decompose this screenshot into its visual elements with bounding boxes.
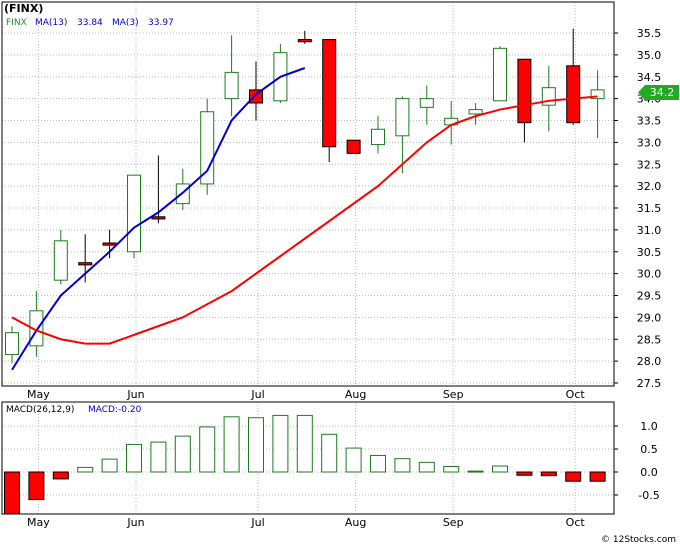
macd-bar (77, 466, 94, 473)
main-x-label: Jun (126, 388, 144, 401)
main-y-tick-label: 35.0 (637, 49, 662, 62)
main-x-label: Jul (250, 388, 264, 401)
macd-bar (126, 443, 142, 473)
macd-y-tick-label: -0.5 (638, 489, 659, 502)
macd-bar (248, 417, 264, 473)
candle-body (371, 128, 385, 146)
legend-ma3-label: MA(3) (112, 18, 139, 28)
candle-body (297, 39, 312, 43)
main-y-tick-label: 29.0 (637, 311, 662, 324)
candle-body (566, 65, 581, 124)
macd-bar (565, 471, 582, 482)
macd-bar (101, 458, 118, 473)
candle-body (78, 262, 93, 266)
candle-body (395, 98, 410, 137)
macd-legend-label: MACD(26,12,9) (6, 405, 74, 415)
macd-x-label: Jul (250, 516, 264, 529)
macd-y-tick-label: 0.5 (640, 443, 658, 456)
macd-x-label: Aug (345, 516, 366, 529)
candle-body (151, 216, 166, 220)
macd-bar (418, 461, 435, 473)
macd-bar (199, 426, 216, 473)
macd-bar (467, 470, 484, 473)
main-y-tick-label: 28.0 (637, 355, 662, 368)
main-y-tick-label: 34.5 (637, 71, 662, 84)
macd-y-tick-label: 0.0 (640, 466, 658, 479)
candle-body (200, 111, 215, 185)
main-y-tick-label: 27.5 (637, 377, 662, 390)
macd-bar (370, 454, 386, 473)
main-x-label: Aug (345, 388, 366, 401)
candle-body (419, 98, 434, 108)
macd-bar (321, 433, 338, 473)
candle-body (127, 174, 141, 253)
candle-body (53, 240, 68, 281)
candle-body (102, 242, 117, 246)
candle-body (468, 109, 483, 115)
main-x-label: Sep (443, 388, 464, 401)
chart-svg: 27.5 28.0 28.5 29.0 29.5 30.0 30.5 31.0 31.5 32.0… (0, 0, 680, 546)
macd-x-label: May (27, 516, 50, 529)
main-y-tick-label: 30.5 (637, 246, 662, 259)
macd-bar (540, 471, 557, 477)
macd-bar (52, 471, 69, 480)
last-price-label: 34.2 (650, 86, 675, 99)
candle-body (517, 58, 532, 124)
main-y-tick-label: 32.0 (637, 180, 662, 193)
macd-x-label: Oct (566, 516, 586, 529)
macd-bar (272, 414, 289, 473)
main-y-tick-label: 31.0 (637, 224, 662, 237)
macd-bar (443, 465, 460, 473)
last-price-marker: 34.2 (638, 85, 679, 100)
watermark: © 12Stocks.com (601, 535, 676, 545)
legend-ma13-value: 33.84 (77, 18, 103, 28)
main-y-tick-label: 32.5 (637, 158, 662, 171)
main-y-tick-label: 35.5 (637, 27, 662, 40)
macd-bar (394, 458, 411, 473)
main-y-tick-label: 30.0 (637, 268, 662, 281)
candle-body (224, 71, 239, 100)
legend-ma3-value: 33.97 (148, 18, 174, 28)
candle-body (5, 332, 19, 356)
macd-bar (516, 471, 533, 476)
macd-y-tick-label: 1.0 (640, 420, 658, 433)
main-y-tick-label: 33.5 (637, 115, 662, 128)
main-x-label: May (27, 388, 50, 401)
main-y-tick-label: 28.5 (637, 333, 662, 346)
main-x-label: Oct (566, 388, 586, 401)
candle-body (322, 39, 337, 148)
chart-title: (FINX) (4, 2, 43, 15)
main-y-tick-label: 29.5 (637, 290, 662, 303)
main-y-tick-label: 33.0 (637, 136, 662, 149)
candle-body (346, 139, 361, 154)
macd-x-label: Sep (443, 516, 464, 529)
macd-bar (174, 435, 191, 473)
candle-body (493, 47, 507, 102)
macd-bar (4, 471, 20, 515)
main-y-tick-label: 31.5 (637, 202, 662, 215)
legend-symbol: FINX (6, 18, 27, 28)
legend-ma13-label: MA(13) (35, 18, 67, 28)
chart-root: 27.5 28.0 28.5 29.0 29.5 30.0 30.5 31.0 31.5 32.0… (0, 0, 680, 546)
macd-bar (492, 465, 508, 473)
macd-bar (28, 471, 45, 501)
macd-x-label: Jun (126, 516, 144, 529)
macd-legend-value: MACD:-0.20 (88, 405, 142, 415)
macd-bar (150, 441, 167, 473)
macd-bar (345, 447, 362, 473)
macd-bar (296, 414, 313, 473)
macd-bar (589, 471, 606, 482)
macd-bar (223, 416, 240, 473)
